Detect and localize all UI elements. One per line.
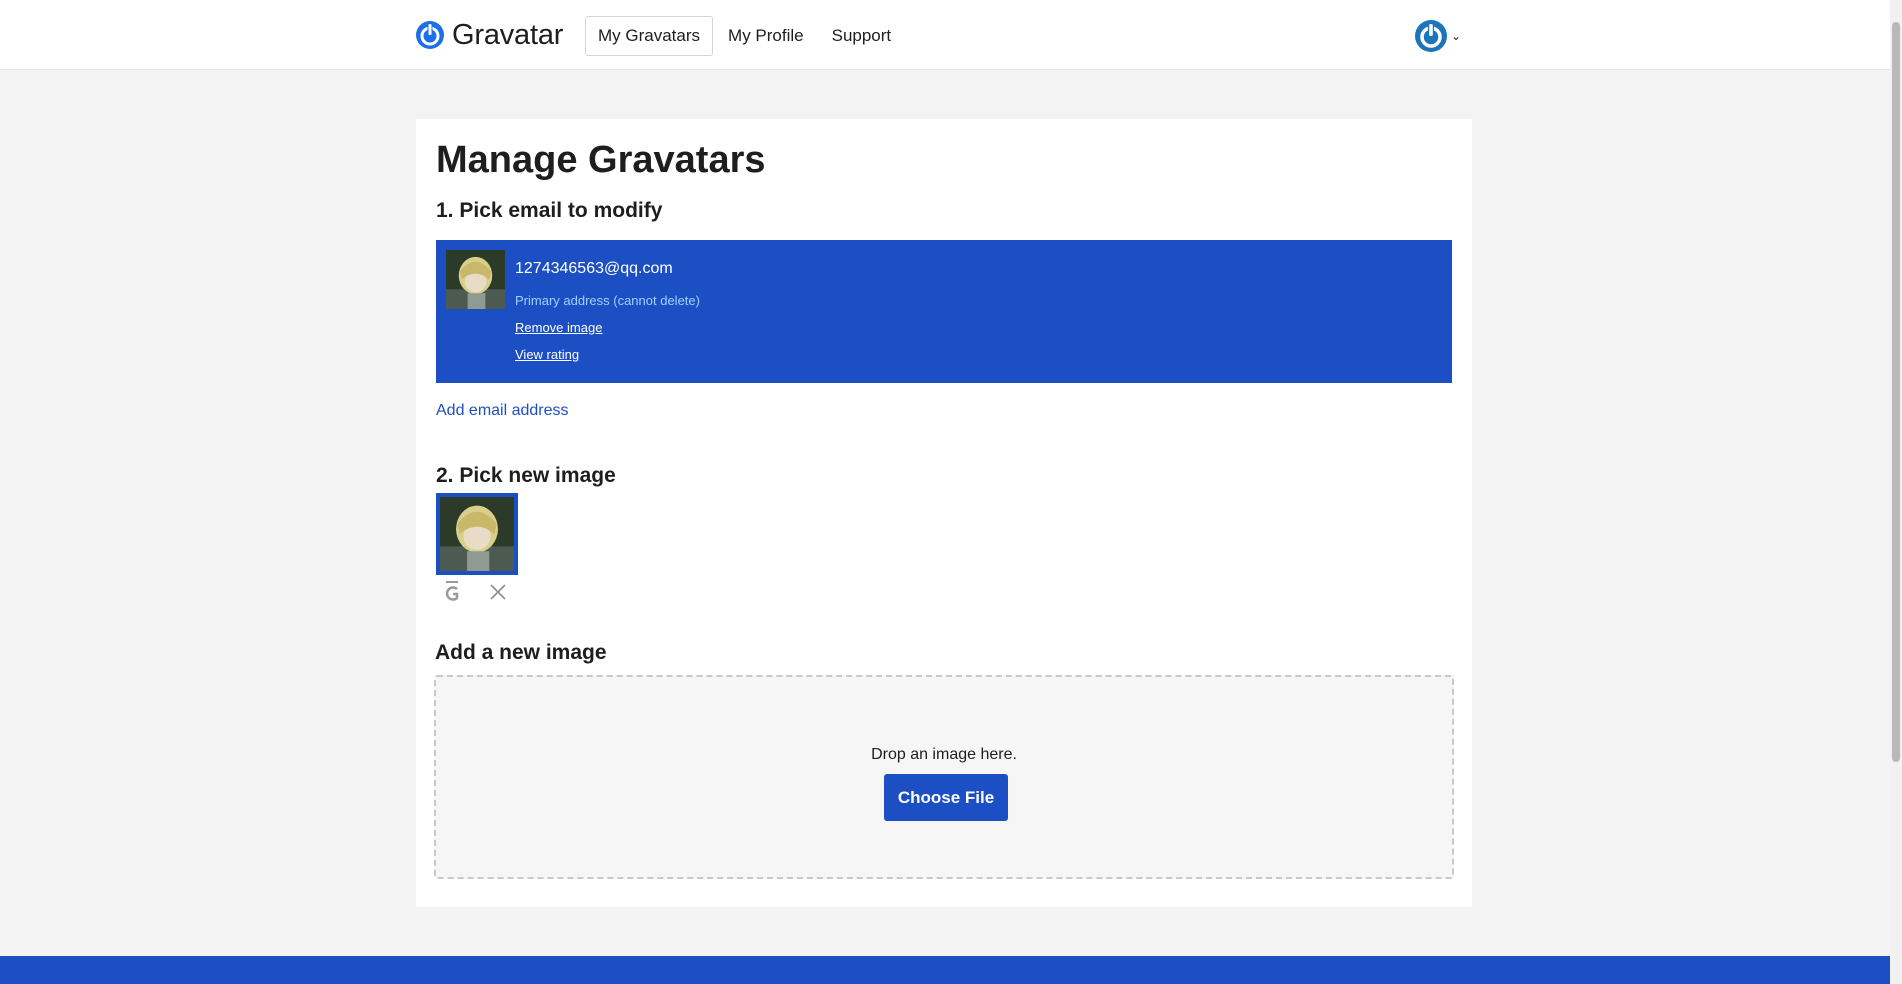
view-rating-link[interactable]: View rating [515, 347, 579, 362]
page-scrollbar[interactable] [1890, 0, 1902, 984]
top-navigation-bar: Gravatar My Gravatars My Profile Support… [0, 0, 1890, 70]
primary-address-note: Primary address (cannot delete) [515, 293, 700, 308]
main-nav: My Gravatars My Profile Support [585, 16, 906, 56]
step2-heading: 2. Pick new image [436, 464, 616, 487]
footer-bar [0, 956, 1890, 984]
nav-my-profile[interactable]: My Profile [715, 16, 817, 56]
chevron-down-icon: ⌄ [1451, 29, 1462, 43]
gravatar-logo-icon [416, 21, 444, 49]
account-menu[interactable]: ⌄ [1414, 19, 1461, 53]
logo-text: Gravatar [452, 18, 564, 51]
nav-my-gravatars[interactable]: My Gravatars [585, 16, 714, 56]
image-dropzone[interactable]: Drop an image here. Choose File [434, 675, 1454, 879]
nav-support[interactable]: Support [819, 16, 905, 56]
scrollbar-thumb[interactable] [1892, 22, 1900, 762]
user-avatar-icon [1415, 20, 1447, 52]
gravatar-logo[interactable]: Gravatar [415, 18, 563, 52]
manage-gravatars-card: Manage Gravatars 1. Pick email to modify… [416, 119, 1472, 907]
gravatar-image [440, 497, 514, 571]
image-option-selected[interactable] [436, 493, 518, 575]
rated-g-icon[interactable] [442, 580, 462, 602]
remove-image-link[interactable]: Remove image [515, 320, 602, 335]
add-email-link[interactable]: Add email address [436, 402, 569, 420]
close-icon[interactable] [489, 583, 507, 601]
email-address: 1274346563@qq.com [515, 260, 673, 277]
choose-file-button[interactable]: Choose File [884, 774, 1008, 821]
email-avatar-thumbnail [446, 250, 505, 309]
email-row-selected[interactable]: 1274346563@qq.com Primary address (canno… [436, 240, 1452, 383]
page-title: Manage Gravatars [436, 139, 766, 181]
step1-heading: 1. Pick email to modify [436, 199, 663, 222]
add-image-heading: Add a new image [435, 641, 607, 664]
dropzone-text: Drop an image here. [871, 746, 1017, 763]
